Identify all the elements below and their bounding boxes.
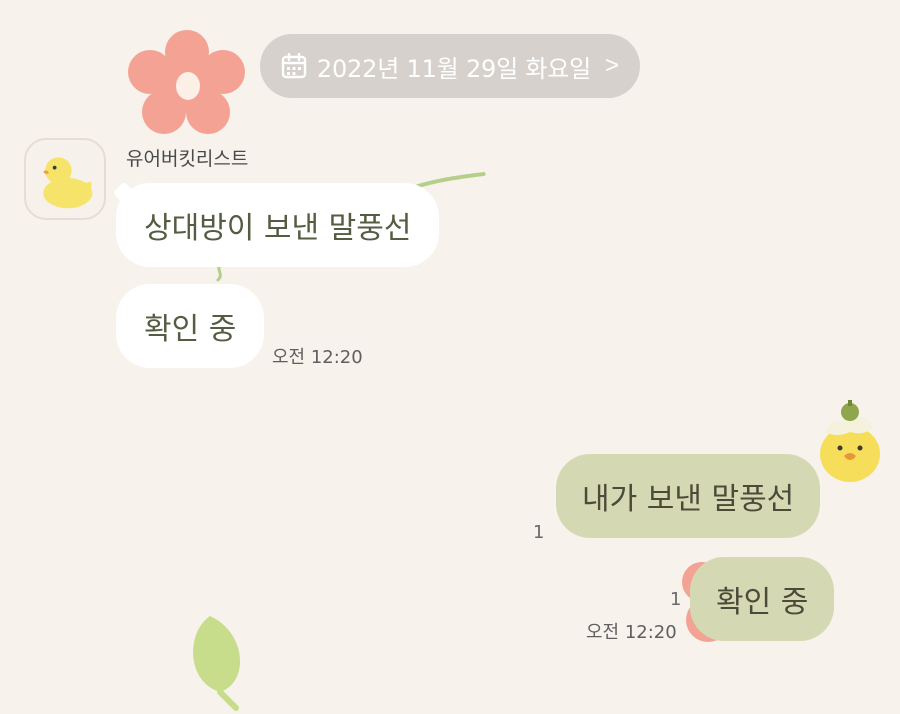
chevron-right-icon: >: [605, 52, 620, 79]
sent-message-bubble[interactable]: 확인 중: [690, 557, 835, 641]
message-text: 내가 보낸 말풍선: [582, 482, 795, 517]
sender-name: 유어버킷리스트: [126, 148, 249, 170]
unread-count: 1: [533, 522, 545, 543]
date-banner[interactable]: 2022년 11월 29일 화요일 >: [260, 34, 640, 98]
calendar-icon: [281, 53, 307, 79]
sent-message-bubble[interactable]: 내가 보낸 말풍선: [556, 454, 821, 538]
sender-avatar[interactable]: [24, 138, 106, 220]
received-message-bubble[interactable]: 상대방이 보낸 말풍선: [116, 183, 440, 267]
message-text: 상대방이 보낸 말풍선: [144, 211, 412, 246]
message-timestamp: 오전 12:20: [272, 347, 363, 368]
message-text: 확인 중: [716, 585, 809, 620]
unread-count: 1: [670, 589, 682, 610]
duck-icon: [43, 157, 93, 209]
chat-room[interactable]: 2022년 11월 29일 화요일 > 유어버킷리스트 상대방이 보낸 말풍선 …: [0, 0, 900, 714]
leaf-sticker-icon: [193, 616, 241, 711]
date-banner-text: 2022년 11월 29일 화요일: [316, 54, 592, 83]
message-timestamp: 오전 12:20: [586, 622, 677, 643]
chick-sticker-icon: [820, 400, 880, 482]
message-text: 확인 중: [144, 312, 237, 347]
received-message-bubble[interactable]: 확인 중: [116, 284, 265, 368]
flower-sticker-icon: [128, 30, 245, 134]
